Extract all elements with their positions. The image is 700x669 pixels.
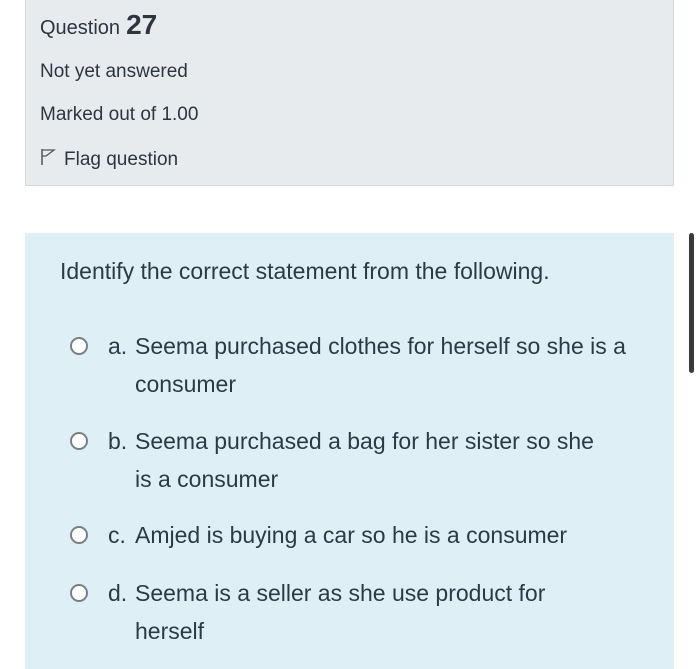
option-text: Seema is a seller as she use product for… [135,580,546,644]
flag-icon [40,148,64,172]
question-content: Identify the correct statement from the … [25,233,674,669]
option-letter: c. [108,522,126,548]
answer-option-a[interactable]: a. Seema purchased clothes for herself s… [70,327,640,403]
radio-icon[interactable] [70,432,88,450]
option-letter: a. [108,333,128,359]
question-info-panel: Question 27 Not yet answered Marked out o… [25,0,674,186]
question-number: Question 27 [40,9,157,41]
radio-icon[interactable] [70,526,88,544]
answer-option-c[interactable]: c. Amjed is buying a car so he is a cons… [70,516,640,554]
question-text: Identify the correct statement from the … [60,258,550,284]
option-text: Seema purchased a bag for her sister so … [135,428,594,492]
question-number-value: 27 [126,9,158,40]
question-status: Not yet answered [40,61,188,82]
scrollbar[interactable] [689,233,694,373]
radio-icon[interactable] [70,337,88,355]
option-text: Seema purchased clothes for herself so s… [135,333,626,397]
question-marks: Marked out of 1.00 [40,104,199,125]
flag-question-label: Flag question [64,149,179,170]
option-text: Amjed is buying a car so he is a consume… [135,522,568,548]
option-letter: d. [108,580,128,606]
answer-option-d[interactable]: d. Seema is a seller as she use product … [70,574,605,650]
flag-question-link[interactable]: Flag question [40,148,178,172]
question-label: Question [40,17,121,39]
option-letter: b. [108,428,128,454]
radio-icon[interactable] [70,584,88,602]
answer-option-b[interactable]: b. Seema purchased a bag for her sister … [70,422,605,498]
